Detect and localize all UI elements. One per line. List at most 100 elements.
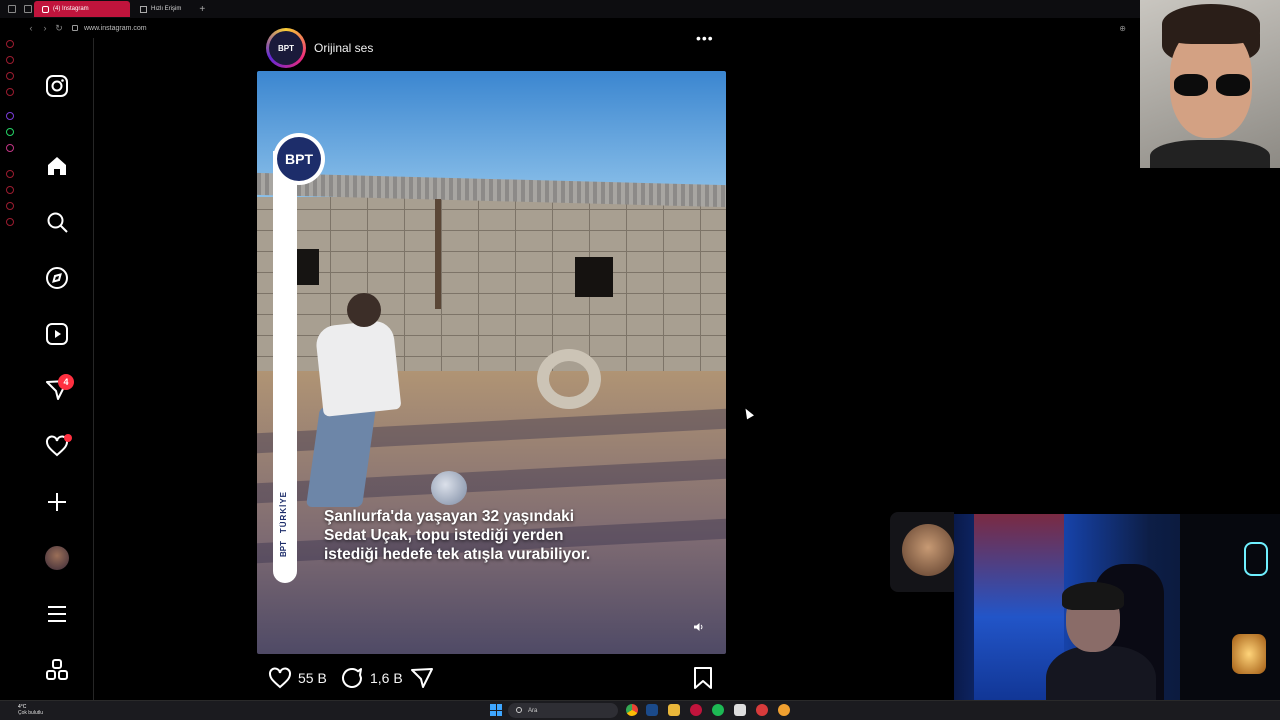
comment-icon	[342, 668, 362, 688]
file-explorer-icon[interactable]	[668, 704, 680, 716]
comment-button[interactable]: 1,6 B	[340, 666, 403, 690]
sidebar-app-icon[interactable]	[6, 202, 14, 210]
explore-icon[interactable]	[44, 265, 70, 291]
tab-quick-access[interactable]: Hızlı Erişim	[132, 1, 189, 17]
sidebar-app-icon[interactable]	[6, 88, 14, 96]
twitch-icon[interactable]	[6, 112, 14, 120]
caption-line: Şanlıurfa'da yaşayan 32 yaşındaki	[324, 508, 575, 525]
side-text-country: TÜRKİYE	[279, 491, 288, 534]
video-tire	[537, 349, 601, 409]
likes-count: 55 B	[298, 670, 327, 686]
create-plus-icon[interactable]	[44, 489, 70, 515]
windows-taskbar: 4°C Çok bulutlu Ara	[0, 700, 1280, 720]
sunglasses-left	[1174, 74, 1208, 96]
video-window	[297, 249, 319, 285]
sidebar-app-icon[interactable]	[6, 40, 14, 48]
webcam-overlay-top	[1140, 0, 1280, 168]
caption-line: Sedat Uçak, topu istediği yerden	[324, 527, 564, 544]
browser-sidebar	[0, 38, 20, 700]
webcam-person-hair	[1062, 582, 1124, 610]
whatsapp-icon[interactable]	[6, 128, 14, 136]
side-text-brand: BPT	[279, 541, 288, 557]
webcam-person-shirt	[1150, 140, 1270, 168]
comments-count: 1,6 B	[370, 670, 403, 686]
spotify-icon[interactable]	[712, 704, 724, 716]
also-from-meta-icon[interactable]	[44, 657, 70, 683]
reels-icon[interactable]	[44, 321, 70, 347]
bpt-logo-text: BPT	[277, 137, 321, 181]
bpt-logo: BPT	[273, 133, 325, 185]
sidebar-app-icon[interactable]	[6, 56, 14, 64]
more-options-icon[interactable]: •••	[696, 30, 714, 46]
tab-label: Hızlı Erişim	[151, 6, 182, 12]
video-pole	[435, 199, 441, 309]
search-icon	[516, 707, 522, 713]
heart-icon	[269, 667, 291, 689]
sunglasses-right	[1216, 74, 1250, 96]
settings-icon[interactable]	[6, 218, 14, 226]
instagram-nav: 4	[20, 38, 94, 700]
app-icon[interactable]	[734, 704, 746, 716]
webcam-person-hair	[1162, 4, 1260, 44]
instagram-logo-icon[interactable]	[44, 73, 70, 99]
share-icon	[411, 668, 433, 688]
messages-badge: 4	[58, 374, 74, 390]
weather-widget[interactable]: 4°C Çok bulutlu	[18, 704, 43, 716]
post-actions: 55 B 1,6 B	[266, 666, 726, 694]
browser-tabbar: (4) Instagram Hızlı Erişim +	[0, 0, 1140, 18]
workspace-icon[interactable]	[8, 5, 16, 13]
url-field[interactable]: www.instagram.com	[84, 25, 147, 32]
new-tab-button[interactable]: +	[199, 4, 205, 15]
forward-icon[interactable]: ›	[38, 23, 52, 33]
neon-light	[1244, 542, 1268, 576]
lock-icon	[72, 25, 78, 31]
taskbar-search-placeholder: Ara	[528, 707, 538, 714]
bookmark-icon	[694, 667, 712, 689]
home-icon[interactable]	[44, 153, 70, 179]
video-ball	[431, 471, 467, 505]
sidebar-app-icon[interactable]	[6, 170, 14, 178]
more-menu-icon[interactable]	[44, 601, 70, 627]
address-bar: ‹ › ↻ www.instagram.com ⊕	[0, 18, 1140, 38]
app-icon[interactable]	[756, 704, 768, 716]
caption-line: istediği hedefe tek atışla vurabiliyor.	[324, 546, 591, 563]
video-person-body	[314, 319, 402, 417]
windows-start-icon[interactable]	[490, 704, 502, 716]
sidebar-app-icon[interactable]	[6, 186, 14, 194]
sidebar-app-icon[interactable]	[6, 72, 14, 80]
chrome-icon[interactable]	[626, 704, 638, 716]
back-icon[interactable]: ‹	[24, 23, 38, 33]
notification-dot	[64, 434, 72, 442]
reload-icon[interactable]: ↻	[52, 23, 66, 34]
video-caption: Şanlıurfa'da yaşayan 32 yaşındaki Sedat …	[324, 507, 654, 564]
lamp	[1232, 634, 1266, 674]
reel-video[interactable]: BPT TÜRKİYE BPT Şanlıurfa'da yaşayan 32 …	[257, 71, 726, 654]
tab-instagram[interactable]: (4) Instagram	[34, 1, 130, 17]
weather-desc: Çok bulutlu	[18, 710, 44, 716]
tab-label: (4) Instagram	[53, 6, 89, 12]
mouse-cursor	[742, 406, 754, 420]
steam-icon[interactable]	[646, 704, 658, 716]
instagram-app-icon[interactable]	[6, 144, 14, 152]
volume-icon[interactable]	[693, 621, 705, 636]
video-person-head	[347, 293, 381, 327]
save-button[interactable]	[692, 666, 714, 690]
instagram-tab-icon	[42, 5, 49, 13]
taskbar-search[interactable]: Ara	[508, 703, 618, 718]
profile-avatar[interactable]	[44, 545, 70, 571]
app-icon[interactable]	[778, 704, 790, 716]
search-icon[interactable]	[44, 209, 70, 235]
zoom-icon[interactable]: ⊕	[1119, 24, 1126, 33]
chat-avatar-face	[902, 524, 954, 576]
chat-head-avatar[interactable]	[890, 512, 954, 592]
author-avatar-logo: BPT	[269, 31, 303, 65]
like-button[interactable]: 55 B	[268, 666, 327, 690]
tab-menu-icon[interactable]	[24, 5, 32, 13]
opera-icon[interactable]	[690, 704, 702, 716]
video-window	[575, 257, 613, 297]
webcam-overlay-bottom	[954, 514, 1280, 720]
audio-label[interactable]: Orijinal ses	[314, 41, 373, 55]
share-button[interactable]	[410, 666, 434, 690]
post-author-avatar[interactable]: BPT	[266, 28, 306, 68]
grid-icon	[140, 5, 147, 13]
